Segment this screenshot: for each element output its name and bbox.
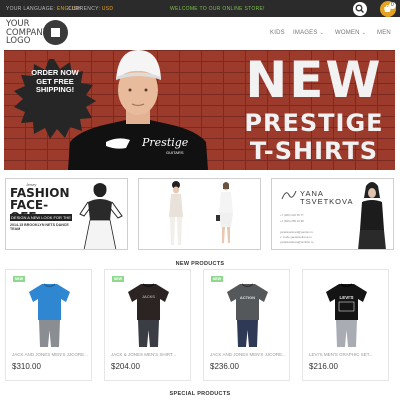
product-image[interactable]	[26, 280, 73, 348]
promo-model-illustration	[79, 183, 123, 249]
product-image[interactable]: LEVI'S	[323, 280, 370, 348]
nav-item-men[interactable]: Men	[377, 30, 391, 36]
banner-subheadline: T-SHIRTS	[249, 137, 379, 165]
shirt-sub-text: GUITARS	[166, 150, 184, 155]
promo-tile-fashion[interactable]: Jersey Fashion Face-Off Design a new loo…	[5, 178, 128, 250]
chevron-down-icon: ⌄	[319, 30, 324, 36]
logo-square-icon[interactable]	[43, 20, 68, 45]
currency-value[interactable]: USD	[102, 6, 113, 12]
site-header: YOUR COMPANY LOGO Kids Images ⌄ Women ⌄ Me…	[0, 17, 400, 49]
product-image[interactable]: JACKS	[125, 280, 172, 348]
product-price: $204.00	[111, 362, 140, 371]
promo-subtitle: 2014-15 Brooklyn Nets Dance Team	[10, 223, 69, 231]
contact-line: +7 (903) 256 44 98	[280, 219, 304, 223]
hero-banner[interactable]: Prestige GUITARS Order now get free ship…	[4, 50, 395, 170]
signature-mark	[281, 190, 297, 200]
banner-subheadline: PRESTIGE	[244, 109, 384, 137]
product-card[interactable]: New ACTION Jack and Jones Men's Jjcore..…	[203, 269, 290, 381]
cart-button[interactable]: 0	[380, 1, 396, 17]
new-badge: New	[112, 276, 124, 282]
designer-name-line: Tsvetkova	[300, 197, 354, 206]
product-image[interactable]: ACTION	[224, 280, 271, 348]
product-name[interactable]: Jack & Jones Men's Shirt...	[111, 352, 189, 357]
designer-photo	[358, 182, 386, 249]
nav-label: Men	[377, 30, 391, 36]
promo-tile-models[interactable]	[138, 178, 261, 250]
product-name[interactable]: Levi's Men's Graphic Set...	[309, 352, 387, 357]
top-bar: Your Language: English Currency: USD Wel…	[0, 0, 400, 17]
product-price: $236.00	[210, 362, 239, 371]
shirt-print-text: ACTION	[240, 295, 255, 300]
promo-strip: Design a new look for the	[10, 214, 72, 221]
welcome-message: Welcome to our online store!	[170, 6, 265, 12]
nav-label: Images	[293, 30, 318, 36]
free-shipping-callout: Order now get free shipping!	[26, 68, 84, 95]
store-page: Your Language: English Currency: USD Wel…	[0, 0, 400, 400]
new-badge: New	[13, 276, 25, 282]
promo-tile-designer[interactable]: Yana Tsvetkova +7 (903) 222 55 77 +7 (90…	[271, 178, 394, 250]
search-button[interactable]	[353, 2, 367, 16]
search-icon	[355, 4, 364, 13]
product-price: $310.00	[12, 362, 41, 371]
nav-item-women[interactable]: Women ⌄	[335, 30, 366, 36]
new-badge: New	[211, 276, 223, 282]
shirt-print-text: JACKS	[142, 294, 155, 299]
nav-label: Women	[335, 30, 360, 36]
product-name[interactable]: Jack and Jones Men's Jjcore...	[210, 352, 288, 357]
nav-item-images[interactable]: Images ⌄	[293, 30, 324, 36]
designer-name: Yana Tsvetkova	[300, 190, 353, 206]
promo-models-photo	[169, 181, 233, 245]
chevron-down-icon: ⌄	[361, 30, 367, 36]
language-label: Your Language:	[6, 6, 56, 12]
contact-line: v. mode.yanatsvetkova.ru	[280, 235, 312, 239]
section-title-special-products: Special Products	[169, 391, 231, 397]
contact-line: +7 (903) 222 55 77	[280, 213, 304, 217]
product-price: $216.00	[309, 362, 338, 371]
banner-headline: NEW	[245, 51, 383, 109]
contact-line: yanatsvetkova@rambler.ru	[280, 240, 314, 244]
product-name[interactable]: Jack and Jones Men's Jjcore...	[12, 352, 90, 357]
nav-item-kids[interactable]: Kids	[270, 30, 285, 36]
currency-selector[interactable]: Currency: USD	[68, 6, 113, 12]
section-title-new-products: New Products	[175, 261, 225, 267]
shirt-brand-text: Prestige	[141, 136, 189, 149]
product-card[interactable]: New Jack and Jones Men's Jjcore... $310.…	[5, 269, 92, 381]
contact-line: yanatsvetkova@yandex.ru	[280, 230, 314, 234]
product-card[interactable]: LEVI'S Levi's Men's Graphic Set... $216.…	[302, 269, 389, 381]
product-card[interactable]: New JACKS Jack & Jones Men's Shirt... $2…	[104, 269, 191, 381]
nav-label: Kids	[270, 30, 285, 36]
callout-line: shipping!	[35, 85, 75, 94]
currency-label: Currency:	[68, 6, 101, 12]
shirt-print-text: LEVI'S	[339, 295, 353, 300]
cart-count-badge: 0	[389, 2, 396, 9]
